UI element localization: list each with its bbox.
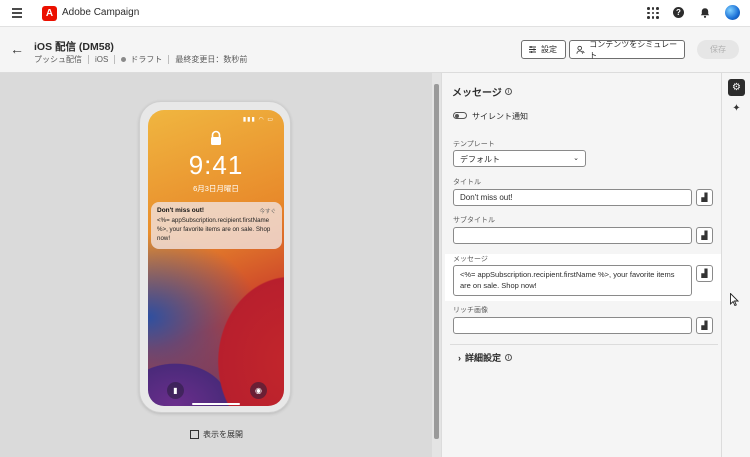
delivery-meta: プッシュ配信 iOS ドラフト 最終変更日：数秒前 (34, 54, 247, 65)
adobe-logo-icon: A (42, 6, 57, 21)
subtitle-label: サブタイトル (453, 217, 495, 224)
section-title-text: メッセージ (452, 88, 502, 99)
lock-screen: ▮▮▮ ◠ ▭ 9:41 6月3日月曜日 Don't miss out! 今すぐ… (148, 110, 284, 406)
back-arrow-icon[interactable]: ← (10, 42, 24, 56)
info-icon[interactable]: i (504, 88, 512, 95)
preview-pane: ▮▮▮ ◠ ▭ 9:41 6月3日月曜日 Don't miss out! 今すぐ… (0, 73, 432, 457)
meta-divider (88, 55, 89, 64)
apps-grid-icon[interactable] (647, 7, 659, 19)
silent-notification-toggle[interactable] (453, 112, 467, 119)
page-header: ← iOS 配信 (DM58) プッシュ配信 iOS ドラフト 最終変更日：数秒… (0, 27, 750, 73)
message-label: メッセージ (453, 256, 488, 263)
lock-icon (211, 130, 221, 145)
settings-button-label: 設定 (541, 45, 557, 54)
lock-screen-clock: 9:41 (188, 150, 244, 180)
status-bar-icons: ▮▮▮ ◠ ▭ (242, 117, 274, 123)
notification-title: Don't miss out! (157, 207, 205, 214)
status-dot-icon (121, 57, 127, 62)
last-modified: 最終変更日：数秒前 (175, 55, 248, 64)
app-name: Adobe Campaign (62, 7, 140, 18)
properties-gear-icon[interactable]: ⚙ (728, 79, 745, 96)
subtitle-personalize-icon[interactable]: ▟ (696, 227, 713, 244)
phone-frame: ▮▮▮ ◠ ▭ 9:41 6月3日月曜日 Don't miss out! 今すぐ… (139, 101, 291, 413)
title-input[interactable]: Don't miss out! (453, 189, 692, 206)
bell-icon[interactable] (699, 7, 711, 19)
delivery-type: プッシュ配信 (34, 55, 82, 64)
preview-scrollbar[interactable] (432, 73, 441, 457)
scrollbar-thumb[interactable] (434, 84, 439, 439)
page-title: iOS 配信 (DM58) (34, 41, 114, 53)
app-top-bar: A Adobe Campaign ? (0, 0, 750, 27)
home-indicator (192, 403, 240, 405)
notification-body: <%= appSubscription.recipient.firstName … (157, 217, 271, 242)
expand-view-label: 表示を展開 (203, 430, 243, 439)
status-badge: ドラフト (130, 55, 163, 64)
camera-icon: ◉ (250, 382, 267, 399)
title-label: タイトル (453, 179, 481, 186)
template-select-value: デフォルト (460, 155, 500, 164)
section-divider (450, 344, 718, 345)
right-rail: ⚙ ✦ (721, 73, 750, 457)
sliders-icon (529, 46, 536, 53)
advanced-settings-label: 詳細設定 (465, 353, 502, 363)
mouse-cursor-icon (730, 293, 739, 306)
save-button[interactable]: 保存 (697, 40, 739, 59)
message-properties-panel: メッセージ i サイレント通知 テンプレート デフォルト ⌄ タイトル Don'… (441, 73, 723, 457)
info-icon[interactable]: i (505, 354, 513, 361)
chevron-right-icon: › (458, 352, 461, 363)
lock-screen-date: 6月3日月曜日 (193, 184, 239, 193)
chevron-down-icon: ⌄ (573, 155, 579, 162)
silent-notification-label: サイレント通知 (472, 112, 528, 121)
magic-wand-icon[interactable]: ✦ (728, 100, 745, 117)
meta-divider (114, 55, 116, 64)
message-textarea[interactable]: <%= appSubscription.recipient.firstName … (453, 265, 692, 296)
rich-media-personalize-icon[interactable]: ▟ (696, 317, 713, 334)
notification-time: 今すぐ (259, 209, 276, 215)
rich-media-label: リッチ画像 (453, 307, 488, 314)
push-notification-preview: Don't miss out! 今すぐ <%= appSubscription.… (151, 202, 282, 249)
flashlight-icon: ▮ (167, 382, 184, 399)
section-title: メッセージ i (452, 84, 512, 99)
title-personalize-icon[interactable]: ▟ (696, 189, 713, 206)
message-personalize-icon[interactable]: ▟ (696, 265, 713, 282)
expand-icon (190, 430, 199, 439)
template-select[interactable]: デフォルト ⌄ (453, 150, 586, 167)
simulate-button-label: コンテンツをシミュレート (589, 39, 678, 60)
rich-media-input[interactable] (453, 317, 692, 334)
meta-divider (168, 55, 170, 64)
user-test-icon (576, 45, 585, 54)
help-icon[interactable]: ? (673, 7, 684, 18)
user-avatar[interactable] (725, 5, 740, 20)
delivery-channel: iOS (95, 55, 109, 64)
hamburger-menu-icon[interactable] (12, 8, 22, 18)
simulate-content-button[interactable]: コンテンツをシミュレート (569, 39, 685, 60)
template-label: テンプレート (453, 141, 495, 148)
settings-button[interactable]: 設定 (521, 40, 566, 59)
advanced-settings-accordion[interactable]: › 詳細設定 i (458, 351, 513, 364)
expand-view-button[interactable]: 表示を展開 (190, 429, 243, 440)
subtitle-input[interactable] (453, 227, 692, 244)
